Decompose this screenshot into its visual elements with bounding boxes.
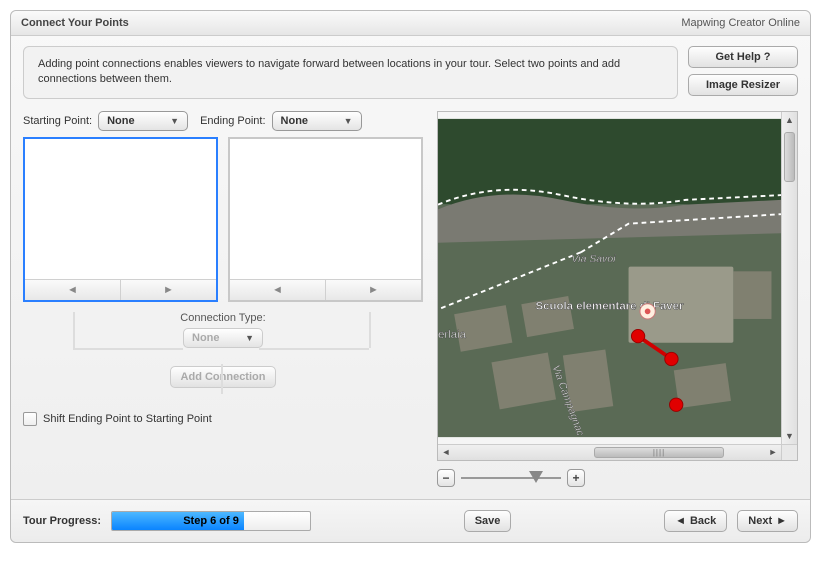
- scroll-right-button[interactable]: ►: [765, 444, 781, 460]
- connector-line: [259, 348, 369, 350]
- starting-prev-button[interactable]: ◄: [25, 280, 120, 300]
- ending-point-label: Ending Point:: [200, 115, 265, 127]
- scroll-v-track[interactable]: [782, 128, 797, 428]
- shift-ending-label: Shift Ending Point to Starting Point: [43, 413, 212, 425]
- scroll-h-track[interactable]: ||||: [454, 445, 765, 460]
- instruction-box: Adding point connections enables viewers…: [23, 46, 678, 99]
- connection-editor: Starting Point: None ▼ Ending Point: Non…: [23, 111, 423, 487]
- ending-thumbnail: [230, 139, 421, 279]
- caret-down-icon: ▼: [170, 116, 179, 126]
- starting-point-preview[interactable]: ◄ ►: [23, 137, 218, 302]
- triangle-right-icon: ►: [769, 447, 778, 457]
- add-connection-button[interactable]: Add Connection: [170, 366, 277, 388]
- connector-line: [221, 364, 223, 394]
- map-svg: Via Savoi erlaia Via Campagnac Scuola el…: [438, 112, 781, 444]
- next-button-label: Next: [748, 515, 772, 527]
- road-label: Via Savoi: [571, 254, 616, 265]
- zoom-slider-track: [461, 477, 561, 479]
- map-canvas[interactable]: Via Savoi erlaia Via Campagnac Scuola el…: [438, 112, 781, 444]
- back-button[interactable]: ◄ Back: [664, 510, 727, 532]
- triangle-right-icon: ►: [368, 284, 379, 296]
- map-point-marker: [631, 329, 644, 342]
- starting-point-value: None: [107, 115, 135, 127]
- connector-line: [369, 312, 371, 348]
- map-point-marker: [670, 398, 683, 411]
- get-help-button[interactable]: Get Help ?: [688, 46, 798, 68]
- zoom-in-button[interactable]: +: [567, 469, 585, 487]
- caret-down-icon: ▼: [344, 116, 353, 126]
- area-label: erlaia: [438, 329, 467, 341]
- triangle-left-icon: ◄: [272, 284, 283, 296]
- shift-ending-checkbox[interactable]: [23, 412, 37, 426]
- vertical-scrollbar[interactable]: ▲ ▼: [781, 112, 797, 444]
- ending-point-preview[interactable]: ◄ ►: [228, 137, 423, 302]
- triangle-left-icon: ◄: [67, 284, 78, 296]
- scrollbar-corner: [781, 444, 797, 460]
- ending-next-button[interactable]: ►: [325, 280, 421, 300]
- ending-point-select[interactable]: None ▼: [272, 111, 362, 131]
- ending-point-value: None: [281, 115, 309, 127]
- zoom-slider[interactable]: [461, 469, 561, 487]
- triangle-left-icon: ◄: [675, 515, 686, 527]
- scroll-h-thumb[interactable]: ||||: [594, 447, 724, 458]
- connector-line: [73, 312, 75, 348]
- map-viewport[interactable]: Via Savoi erlaia Via Campagnac Scuola el…: [437, 111, 798, 461]
- horizontal-scrollbar[interactable]: ◄ |||| ►: [438, 444, 781, 460]
- zoom-out-button[interactable]: −: [437, 469, 455, 487]
- titlebar: Connect Your Points Mapwing Creator Onli…: [11, 11, 810, 36]
- starting-point-select[interactable]: None ▼: [98, 111, 188, 131]
- save-button[interactable]: Save: [464, 510, 512, 532]
- poi-label: Scuola elementare di Faver: [536, 300, 684, 312]
- tour-progress-text: Step 6 of 9: [112, 512, 310, 530]
- connection-type-value: None: [192, 332, 220, 344]
- connector-line: [73, 348, 183, 350]
- scroll-left-button[interactable]: ◄: [438, 444, 454, 460]
- back-button-label: Back: [690, 515, 716, 527]
- starting-point-label: Starting Point:: [23, 115, 92, 127]
- triangle-left-icon: ◄: [442, 447, 451, 457]
- next-button[interactable]: Next ►: [737, 510, 798, 532]
- starting-next-button[interactable]: ►: [120, 280, 216, 300]
- starting-thumbnail: [25, 139, 216, 279]
- ending-prev-button[interactable]: ◄: [230, 280, 325, 300]
- scroll-down-button[interactable]: ▼: [782, 428, 798, 444]
- connection-type-label: Connection Type:: [23, 312, 423, 324]
- image-resizer-button[interactable]: Image Resizer: [688, 74, 798, 96]
- connection-type-select[interactable]: None ▼: [183, 328, 263, 348]
- triangle-right-icon: ►: [163, 284, 174, 296]
- triangle-up-icon: ▲: [785, 115, 794, 125]
- caret-down-icon: ▼: [245, 333, 254, 343]
- app-window: Connect Your Points Mapwing Creator Onli…: [10, 10, 811, 543]
- footer: Tour Progress: Step 6 of 9 Save ◄ Back N…: [11, 499, 810, 542]
- tour-progress-label: Tour Progress:: [23, 515, 101, 527]
- triangle-right-icon: ►: [776, 515, 787, 527]
- triangle-down-icon: ▼: [785, 431, 794, 441]
- page-title: Connect Your Points: [21, 17, 129, 29]
- product-name: Mapwing Creator Online: [681, 17, 800, 29]
- scroll-up-button[interactable]: ▲: [782, 112, 798, 128]
- tour-progress-bar: Step 6 of 9: [111, 511, 311, 531]
- zoom-slider-thumb[interactable]: [529, 471, 543, 483]
- scroll-v-thumb[interactable]: [784, 132, 795, 182]
- map-point-marker: [665, 352, 678, 365]
